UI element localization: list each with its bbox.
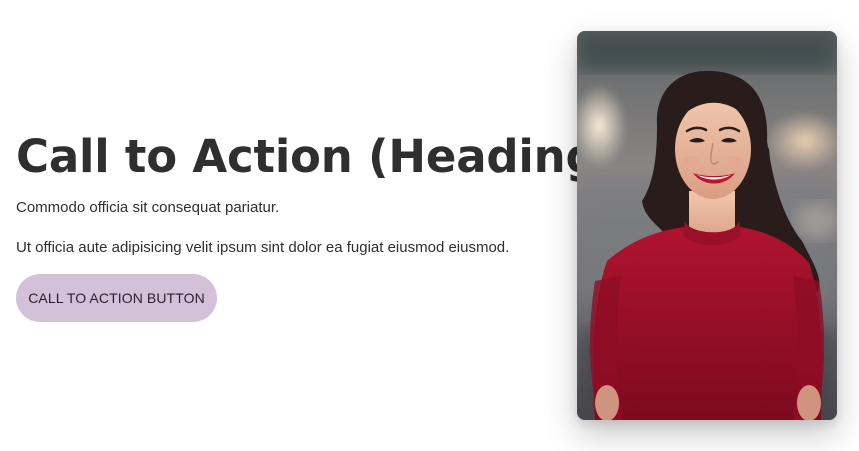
portrait-illustration: [577, 31, 837, 420]
hero-photo: [577, 31, 837, 420]
cta-paragraph-2: Ut officia aute adipisicing velit ipsum …: [16, 239, 510, 256]
cta-heading: Call to Action (Heading): [16, 130, 618, 183]
cta-text-block: Call to Action (Heading) Commodo officia…: [16, 128, 618, 258]
call-to-action-button[interactable]: CALL TO ACTION BUTTON: [16, 274, 217, 322]
cta-paragraph-1: Commodo officia sit consequat pariatur.: [16, 199, 280, 216]
